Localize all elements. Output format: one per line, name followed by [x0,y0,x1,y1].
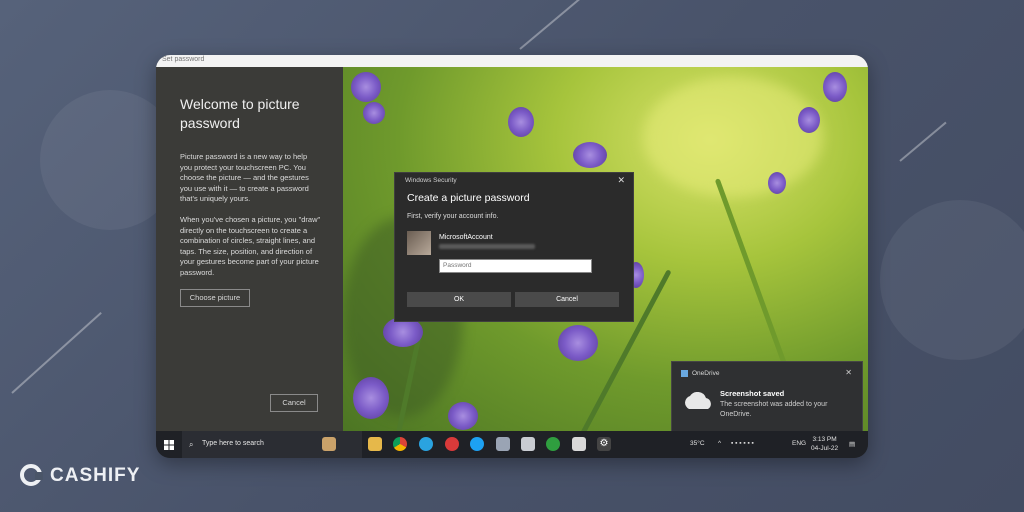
app-grey-icon[interactable] [521,437,535,451]
logo-mark [20,464,43,486]
search-placeholder: Type here to search [202,440,264,447]
notification-title: Screenshot saved [720,389,785,398]
taskbar: ⌕ Type here to search ⚙ 35°C ^ ▪ ▪ ▪ ▪ ▪… [156,431,868,458]
chrome-icon[interactable] [393,437,407,451]
ok-button[interactable]: OK [407,292,511,307]
panel-paragraph-1: Picture password is a new way to help yo… [180,152,309,203]
close-icon[interactable]: ✕ [617,175,625,186]
search-icon: ⌕ [189,440,194,449]
panel-cancel-button[interactable]: Cancel [270,394,318,412]
account-name: MicrosoftAccount [439,234,493,241]
dialog-header: Windows Security [405,177,457,184]
file-explorer-icon[interactable] [368,437,382,451]
telegram-icon[interactable] [419,437,433,451]
lavender-bloom [558,325,598,361]
window-title: Set password [162,56,205,63]
twitter-icon[interactable] [470,437,484,451]
search-highlight-icon [322,437,336,451]
notification-app-name: OneDrive [692,370,720,377]
date: 04-Jul-22 [811,445,839,452]
onedrive-notification[interactable]: OneDrive ✕ Screenshot saved The screensh… [671,361,863,432]
blur-highlight [643,77,823,197]
app-light-icon[interactable] [572,437,586,451]
tray-icons[interactable]: ▪ ▪ ▪ ▪ ▪ ▪ [731,440,754,447]
password-field[interactable] [439,259,592,273]
chevron-up-icon[interactable]: ^ [718,440,721,447]
xbox-icon[interactable] [546,437,560,451]
app-red-icon[interactable] [445,437,459,451]
stem [714,178,788,368]
windows-security-dialog: Windows Security ✕ Create a picture pass… [394,172,634,322]
close-icon[interactable]: ✕ [845,368,852,377]
lavender-bloom [448,402,478,430]
window-titlebar: Set password [156,55,868,67]
clock[interactable]: 3:13 PM 04-Jul-22 [811,435,838,453]
cloud-icon [685,392,711,409]
lavender-bloom [508,107,534,137]
lavender-bloom [798,107,820,133]
windows-start-icon[interactable] [164,440,174,450]
lavender-bloom [573,142,607,168]
lavender-bloom [351,72,381,102]
lavender-bloom [768,172,786,194]
dialog-title: Create a picture password [407,192,530,204]
picture-password-panel: Welcome to picture password Picture pass… [156,67,343,431]
lavender-bloom [823,72,847,102]
cancel-button[interactable]: Cancel [515,292,619,307]
time: 3:13 PM [812,436,837,443]
panel-paragraph-2: When you've chosen a picture, you "draw"… [180,215,321,277]
lavender-bloom [353,377,389,419]
settings-icon[interactable]: ⚙ [597,437,611,451]
avatar [407,231,431,255]
account-email-redacted [439,244,535,249]
laptop-screen: Set password Welcome to picture password… [156,55,868,458]
panel-title: Welcome to picture password [180,96,300,131]
notifications-icon[interactable]: ▤ [849,440,855,448]
logo-text: CASHIFY [50,465,141,486]
notification-message: The screenshot was added to your OneDriv… [720,401,828,418]
language-indicator[interactable]: ENG [792,440,806,447]
choose-picture-button[interactable]: Choose picture [180,289,250,307]
lavender-bloom [363,102,385,124]
weather-temperature[interactable]: 35°C [690,440,705,447]
onedrive-icon [681,370,688,377]
dialog-subtitle: First, verify your account info. [407,213,499,220]
camera-icon[interactable] [496,437,510,451]
